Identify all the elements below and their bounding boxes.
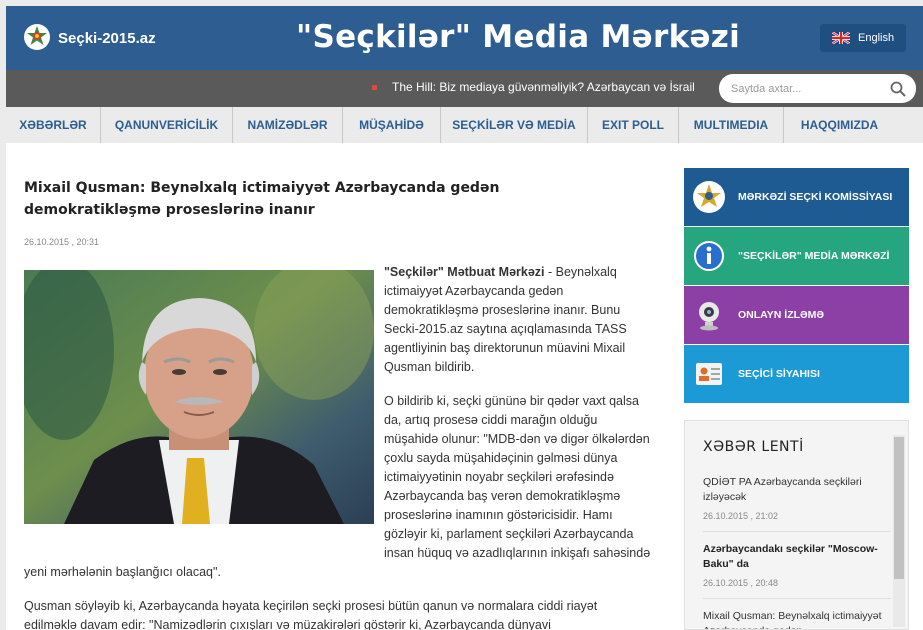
nav-item-exit-poll[interactable]: EXIT POLL	[588, 107, 679, 143]
nav-item-news[interactable]: XƏBƏRLƏR	[6, 107, 101, 143]
info-icon	[692, 239, 726, 273]
news-feed-item[interactable]: Azərbaycandakı seçkilər "Moscow-Baku" da…	[703, 542, 891, 599]
site-header: Seçki-2015.az "Seçkilər" Media Mərkəzi E…	[6, 6, 923, 70]
voter-list-icon	[692, 357, 726, 391]
news-feed-date: 26.10.2015 , 20:48	[703, 578, 779, 588]
mssk-emblem-icon	[692, 180, 726, 214]
article-date: 26.10.2015 , 20:31	[24, 237, 100, 247]
nav-item-about[interactable]: HAQQIMIZDA	[784, 107, 895, 143]
language-label: English	[858, 32, 895, 44]
news-ticker-bar: The Hill: Biz mediaya güvənməliyik? Azər…	[6, 70, 923, 107]
main-navigation: XƏBƏRLƏR QANUNVERİCİLİK NAMİZƏDLƏR MÜŞAH…	[6, 107, 923, 143]
ticker-bullet-icon	[372, 85, 377, 90]
page: Seçki-2015.az "Seçkilər" Media Mərkəzi E…	[0, 0, 923, 630]
webcam-icon	[692, 298, 726, 332]
nav-item-observation[interactable]: MÜŞAHİDƏ	[343, 107, 441, 143]
nav-item-candidates[interactable]: NAMİZƏDLƏR	[233, 107, 343, 143]
article-paragraph: Qusman söyləyib ki, Azərbaycanda həyata …	[24, 599, 598, 630]
news-feed-scrollbar[interactable]	[893, 435, 905, 627]
news-feed-panel: XƏBƏR LENTİ QDİƏT PA Azərbaycanda seçkil…	[684, 420, 909, 630]
article-photo	[24, 270, 374, 524]
nav-item-elections-and-media[interactable]: SEÇKİLƏR VƏ MEDİA	[441, 107, 588, 143]
banner-label: ONLAYN İZLƏMƏ	[738, 309, 825, 321]
banner-online-monitoring[interactable]: ONLAYN İZLƏMƏ	[684, 286, 909, 344]
banner-media-center[interactable]: "SEÇKİLƏR" MEDİA MƏRKƏZİ	[684, 227, 909, 285]
ticker-headline[interactable]: The Hill: Biz mediaya güvənməliyik? Azər…	[392, 80, 702, 94]
page-header-title: "Seçkilər" Media Mərkəzi	[296, 19, 741, 55]
news-feed-headline[interactable]: QDİƏT PA Azərbaycanda seçkiləri izləyəcə…	[703, 475, 891, 505]
search-box	[719, 74, 916, 103]
news-feed-item[interactable]: Mixail Qusman: Beynəlxalq ictimaiyyət Az…	[703, 609, 891, 629]
uk-flag-icon	[832, 32, 850, 44]
site-name[interactable]: Seçki-2015.az	[58, 30, 156, 47]
news-feed-headline[interactable]: Mixail Qusman: Beynəlxalq ictimaiyyət Az…	[703, 609, 891, 629]
news-feed-date: 26.10.2015 , 21:02	[703, 511, 779, 521]
article-lead-text: - Beynəlxalq ictimaiyyət Azərbaycanda ge…	[384, 265, 627, 374]
article-title: Mixail Qusman: Beynəlxalq ictimaiyyət Az…	[24, 180, 500, 218]
banner-label: "SEÇKİLƏR" MEDİA MƏRKƏZİ	[738, 250, 890, 262]
banner-voter-list[interactable]: SEÇİCİ SİYAHISI	[684, 345, 909, 403]
nav-item-multimedia[interactable]: MULTIMEDIA	[679, 107, 784, 143]
banner-label: MƏRKƏZİ SEÇKİ KOMİSSİYASI	[738, 191, 893, 203]
azerbaijan-emblem-icon[interactable]	[24, 24, 50, 50]
search-icon[interactable]	[889, 80, 907, 98]
language-switch-button[interactable]: English	[820, 24, 906, 52]
news-feed-title: XƏBƏR LENTİ	[703, 439, 804, 455]
banner-label: SEÇİCİ SİYAHISI	[738, 368, 820, 380]
news-feed-item[interactable]: QDİƏT PA Azərbaycanda seçkiləri izləyəcə…	[703, 475, 891, 532]
article-source: "Seçkilər" Mətbuat Mərkəzi	[384, 265, 545, 279]
news-feed-headline[interactable]: Azərbaycandakı seçkilər "Moscow-Baku" da	[703, 542, 891, 572]
banner-central-election-commission[interactable]: MƏRKƏZİ SEÇKİ KOMİSSİYASI	[684, 168, 909, 226]
article-area: Mixail Qusman: Beynəlxalq ictimaiyyət Az…	[6, 143, 670, 630]
news-feed-list: QDİƏT PA Azərbaycanda seçkiləri izləyəcə…	[703, 475, 891, 629]
nav-item-legislation[interactable]: QANUNVERİCİLİK	[101, 107, 233, 143]
scrollbar-thumb[interactable]	[894, 437, 904, 579]
search-input[interactable]	[731, 80, 881, 97]
